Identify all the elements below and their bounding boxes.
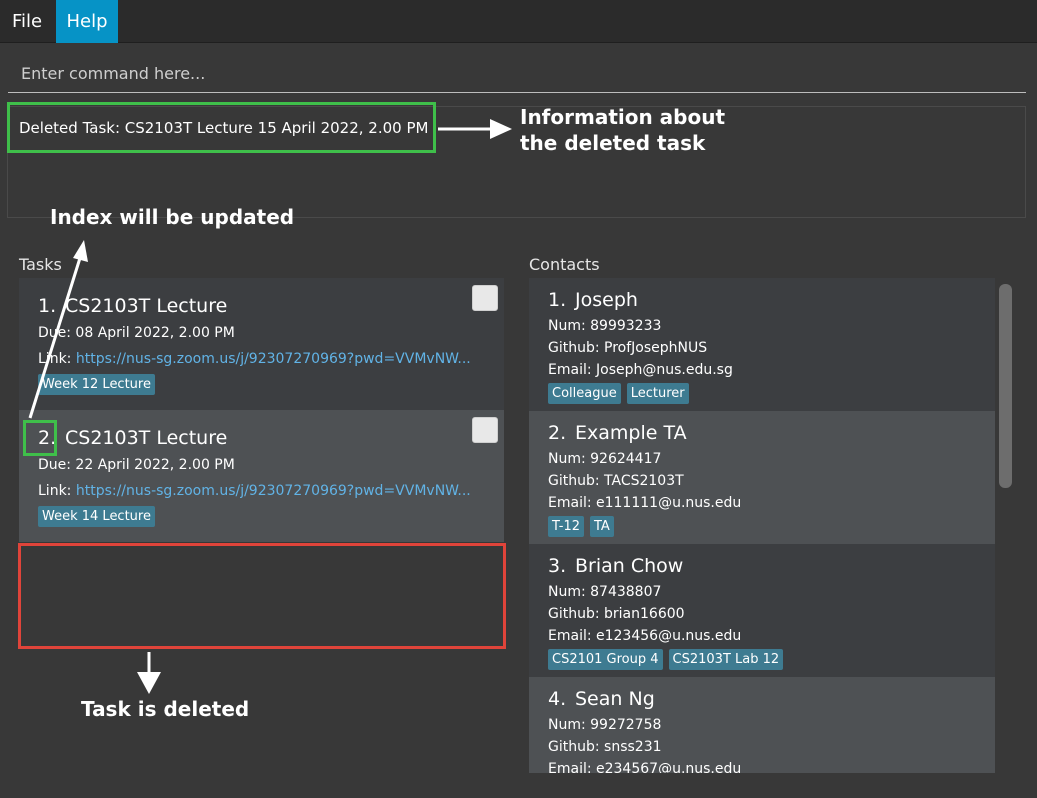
contact-num: Num: 99272758 bbox=[548, 717, 662, 733]
contact-tag: T-12 bbox=[548, 516, 584, 537]
task-title: 1. CS2103T Lecture bbox=[38, 295, 227, 317]
contact-index: 3. bbox=[548, 555, 567, 577]
menu-bar: File Help bbox=[0, 0, 1037, 43]
contact-tags: CS2101 Group 4 CS2103T Lab 12 bbox=[548, 648, 789, 670]
contact-tag: CS2103T Lab 12 bbox=[668, 649, 784, 670]
tasks-title: Tasks bbox=[19, 255, 62, 274]
highlight-updated-index bbox=[23, 420, 57, 456]
arrow-up-head bbox=[73, 240, 88, 262]
contact-github: Github: brian16600 bbox=[548, 606, 685, 622]
task-link-line: Link: https://nus-sg.zoom.us/j/923072709… bbox=[38, 351, 471, 367]
contact-name: 4. Sean Ng bbox=[548, 688, 655, 710]
contact-index: 2. bbox=[548, 422, 567, 444]
contact-list: 1. Joseph Num: 89993233 Github: ProfJosep… bbox=[529, 278, 995, 773]
task-name: CS2103T Lecture bbox=[65, 295, 228, 317]
task-tag: Week 14 Lecture bbox=[38, 506, 155, 527]
contact-tags: T-12 TA bbox=[548, 515, 620, 537]
menu-file[interactable]: File bbox=[2, 0, 52, 43]
task-name: CS2103T Lecture bbox=[65, 427, 228, 449]
annotation-index-updated: Index will be updated bbox=[50, 205, 295, 229]
task-tags: Week 12 Lecture bbox=[38, 373, 161, 395]
contact-tag: TA bbox=[589, 516, 614, 537]
command-box bbox=[8, 55, 1026, 93]
contact-num: Num: 87438807 bbox=[548, 584, 662, 600]
task-link[interactable]: https://nus-sg.zoom.us/j/92307270969?pwd… bbox=[76, 351, 471, 367]
contact-name-text: Sean Ng bbox=[575, 688, 655, 710]
contact-tag: CS2101 Group 4 bbox=[548, 649, 663, 670]
highlight-deleted-task bbox=[18, 543, 506, 649]
task-tags: Week 14 Lecture bbox=[38, 505, 161, 527]
task-card[interactable]: 1. CS2103T Lecture Due: 08 April 2022, 2.… bbox=[19, 278, 504, 410]
task-due: Due: 22 April 2022, 2.00 PM bbox=[38, 457, 235, 473]
contact-github: Github: TACS2103T bbox=[548, 473, 684, 489]
contact-email: Email: e111111@u.nus.edu bbox=[548, 495, 742, 511]
task-due: Due: 08 April 2022, 2.00 PM bbox=[38, 325, 235, 341]
menu-help[interactable]: Help bbox=[56, 0, 118, 43]
contact-email: Email: e123456@u.nus.edu bbox=[548, 628, 742, 644]
contact-name-text: Brian Chow bbox=[575, 555, 684, 577]
annotation-deleted-info-line1: Information about bbox=[520, 105, 726, 129]
contact-num: Num: 92624417 bbox=[548, 451, 662, 467]
contact-card[interactable]: 3. Brian Chow Num: 87438807 Github: brian… bbox=[529, 544, 995, 677]
contact-tags: Colleague Lecturer bbox=[548, 382, 695, 404]
contact-tag: Colleague bbox=[548, 383, 621, 404]
contact-card[interactable]: 2. Example TA Num: 92624417 Github: TACS2… bbox=[529, 411, 995, 544]
contacts-scrollbar[interactable] bbox=[999, 284, 1012, 488]
contact-email: Email: Joseph@nus.edu.sg bbox=[548, 362, 733, 378]
task-index: 1. bbox=[38, 295, 57, 317]
task-card[interactable]: 2. CS2103T Lecture Due: 22 April 2022, 2.… bbox=[19, 410, 504, 542]
contact-name-text: Joseph bbox=[575, 289, 638, 311]
task-done-checkbox[interactable] bbox=[472, 417, 498, 443]
contact-card[interactable]: 4. Sean Ng Num: 99272758 Github: snss231 … bbox=[529, 677, 995, 773]
arrow-down-head bbox=[137, 672, 161, 694]
contact-name: 3. Brian Chow bbox=[548, 555, 683, 577]
task-done-checkbox[interactable] bbox=[472, 285, 498, 311]
annotation-task-deleted: Task is deleted bbox=[81, 697, 250, 721]
contact-name: 1. Joseph bbox=[548, 289, 638, 311]
contact-card[interactable]: 1. Joseph Num: 89993233 Github: ProfJosep… bbox=[529, 278, 995, 411]
contact-email: Email: e234567@u.nus.edu bbox=[548, 761, 742, 773]
contact-index: 1. bbox=[548, 289, 567, 311]
contact-name: 2. Example TA bbox=[548, 422, 687, 444]
task-link-label: Link: bbox=[38, 351, 76, 367]
contact-name-text: Example TA bbox=[575, 422, 687, 444]
contact-index: 4. bbox=[548, 688, 567, 710]
task-link[interactable]: https://nus-sg.zoom.us/j/92307270969?pwd… bbox=[76, 483, 471, 499]
task-list: 1. CS2103T Lecture Due: 08 April 2022, 2.… bbox=[19, 278, 504, 542]
task-tag: Week 12 Lecture bbox=[38, 374, 155, 395]
contact-num: Num: 89993233 bbox=[548, 318, 662, 334]
annotation-deleted-info-line2: the deleted task bbox=[520, 131, 706, 155]
contact-github: Github: snss231 bbox=[548, 739, 662, 755]
command-input[interactable] bbox=[8, 55, 1026, 92]
annotation-deleted-info: Information about the deleted task bbox=[520, 104, 725, 156]
contacts-title: Contacts bbox=[529, 255, 600, 274]
contact-tag: Lecturer bbox=[626, 383, 689, 404]
task-link-label: Link: bbox=[38, 483, 76, 499]
highlight-deleted-info bbox=[7, 102, 436, 153]
task-title: 2. CS2103T Lecture bbox=[38, 427, 227, 449]
contact-github: Github: ProfJosephNUS bbox=[548, 340, 708, 356]
task-link-line: Link: https://nus-sg.zoom.us/j/923072709… bbox=[38, 483, 471, 499]
